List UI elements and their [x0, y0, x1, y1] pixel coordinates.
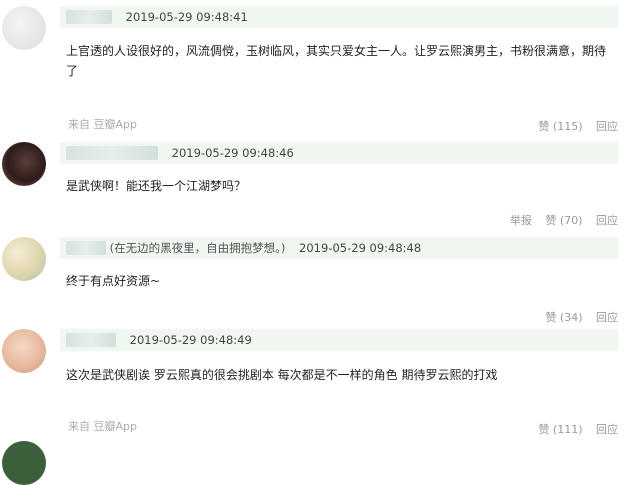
comment-actions: 赞 (111) 回应	[528, 421, 618, 437]
username-blurred[interactable]	[66, 146, 158, 160]
comment-item: 2019-05-29 09:48:49 这次是武侠剧诶 罗云熙真的很会挑剧本 每…	[0, 325, 640, 485]
username-blurred[interactable]	[66, 10, 112, 24]
like-button[interactable]: 赞 (70)	[545, 214, 582, 227]
report-button[interactable]: 举报	[510, 214, 532, 227]
avatar[interactable]	[2, 6, 46, 50]
user-signature: (在无边的黑夜里，自由拥抱梦想。)	[109, 241, 286, 255]
like-button[interactable]: 赞 (111)	[538, 423, 582, 436]
comment-actions: 赞 (34) 回应	[535, 309, 618, 325]
comment-source: 来自 豆瓣App	[68, 420, 137, 433]
comment-timestamp: 2019-05-29 09:48:41	[125, 10, 248, 24]
comment-header: 2019-05-29 09:48:41	[60, 6, 618, 28]
comment-actions: 赞 (115) 回应	[528, 118, 618, 134]
like-button[interactable]: 赞 (115)	[538, 120, 582, 133]
comment-header: 2019-05-29 09:48:46	[60, 142, 618, 164]
comment-text: 是武侠啊！能还我一个江湖梦吗？	[66, 179, 247, 193]
comment-timestamp: 2019-05-29 09:48:48	[299, 241, 422, 255]
username-blurred[interactable]	[66, 241, 106, 255]
comment-item: (在无边的黑夜里，自由拥抱梦想。) 2019-05-29 09:48:48 终于…	[0, 235, 640, 325]
avatar[interactable]	[2, 142, 46, 186]
comment-header: 2019-05-29 09:48:49	[60, 329, 618, 351]
comment-item: 2019-05-29 09:48:41 上官透的人设很好的，风流倜傥，玉树临风，…	[0, 0, 640, 140]
avatar[interactable]	[2, 237, 46, 281]
comment-text: 这次是武侠剧诶 罗云熙真的很会挑剧本 每次都是不一样的角色 期待罗云熙的打戏	[66, 368, 498, 382]
avatar[interactable]	[2, 329, 46, 373]
comment-actions: 举报 赞 (70) 回应	[500, 212, 618, 228]
like-button[interactable]: 赞 (34)	[545, 311, 582, 324]
comment-timestamp: 2019-05-29 09:48:46	[171, 146, 294, 160]
reply-button[interactable]: 回应	[596, 120, 618, 133]
comment-text: 终于有点好资源~	[66, 274, 161, 288]
username-blurred[interactable]	[66, 333, 116, 347]
reply-button[interactable]: 回应	[596, 311, 618, 324]
comment-item: 2019-05-29 09:48:46 是武侠啊！能还我一个江湖梦吗？ 举报 赞…	[0, 140, 640, 235]
comment-header: (在无边的黑夜里，自由拥抱梦想。) 2019-05-29 09:48:48	[60, 237, 618, 259]
reply-button[interactable]: 回应	[596, 423, 618, 436]
comment-source: 来自 豆瓣App	[68, 118, 137, 131]
comment-timestamp: 2019-05-29 09:48:49	[129, 333, 252, 347]
reply-button[interactable]: 回应	[596, 214, 618, 227]
comment-text: 上官透的人设很好的，风流倜傥，玉树临风，其实只爱女主一人。让罗云熙演男主，书粉很…	[66, 44, 607, 78]
